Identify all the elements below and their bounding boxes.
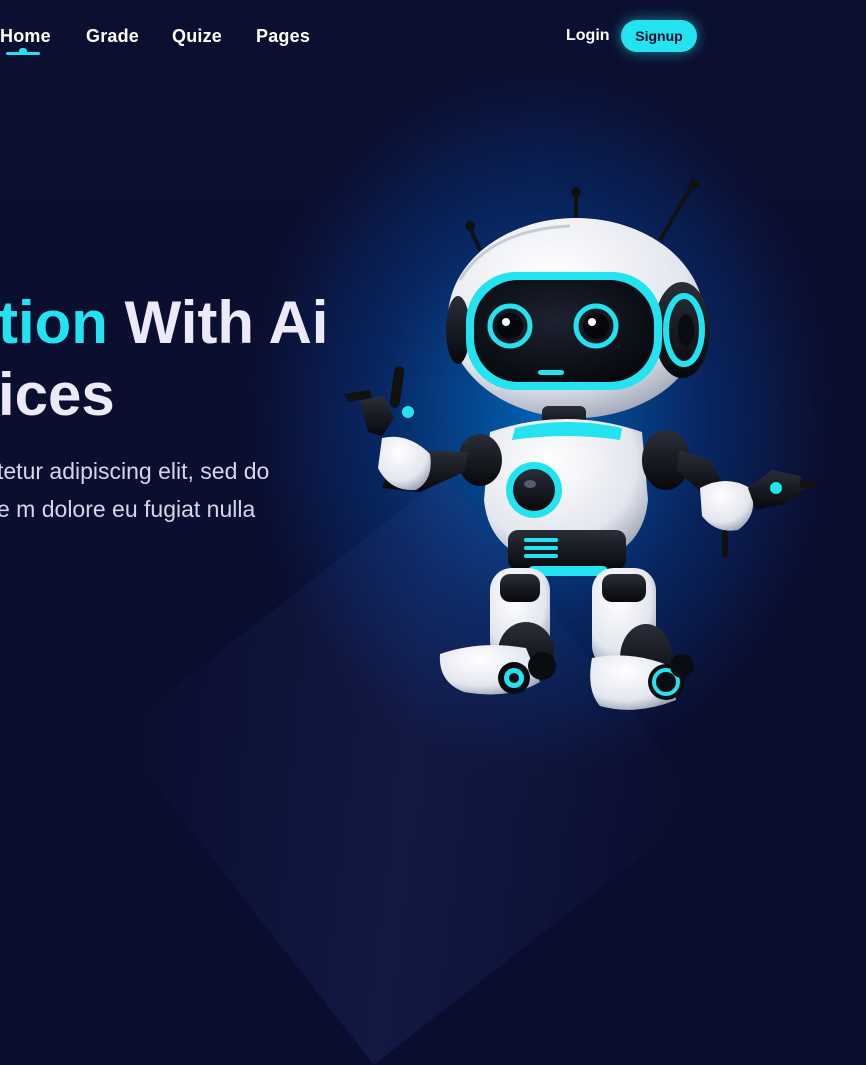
top-nav: Home Grade Quize Pages Login Signup: [0, 0, 866, 72]
login-link[interactable]: Login: [566, 27, 610, 45]
nav-home[interactable]: Home: [0, 26, 51, 47]
hero-description-line1: tetur adipiscing elit, sed do: [0, 458, 270, 484]
right-forearm: [700, 481, 754, 531]
nav-quize[interactable]: Quize: [172, 26, 222, 47]
hero-title-rest: With Ai: [107, 289, 329, 356]
nav-pages[interactable]: Pages: [256, 26, 310, 47]
left-antenna: [468, 227, 482, 251]
nav-active-indicator: [6, 48, 40, 55]
hero-title-line2: ices: [0, 361, 115, 428]
hero-description-line2: e m dolore eu fugiat nulla: [0, 496, 256, 522]
robot-illustration: [344, 179, 818, 710]
nav-grade[interactable]: Grade: [86, 26, 139, 47]
hero-title-accent: tion: [0, 289, 108, 356]
left-hand: [360, 396, 394, 436]
right-antenna: [658, 184, 694, 242]
signup-button[interactable]: Signup: [621, 20, 697, 52]
hero-title-line1: tion With Ai: [0, 288, 328, 358]
robot-mouth: [538, 370, 564, 375]
